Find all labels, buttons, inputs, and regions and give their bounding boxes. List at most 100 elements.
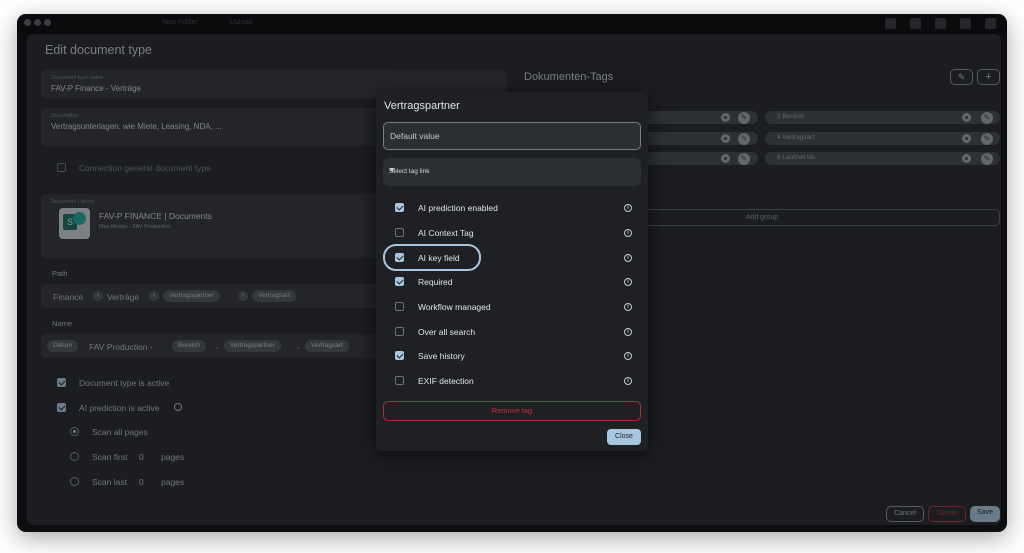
- tag-row-bereich[interactable]: 2 Bereich ✎: [765, 111, 1000, 124]
- chevron-right-icon: ›: [93, 291, 103, 301]
- search-checkbox[interactable]: [395, 327, 404, 336]
- ai-active-checkbox[interactable]: [57, 403, 66, 412]
- option-label: Save history: [418, 351, 465, 361]
- ai-prediction-checkbox[interactable]: [395, 203, 404, 212]
- path-part-vertraege: Verträge: [107, 292, 140, 302]
- option-required[interactable]: Required i: [376, 270, 648, 294]
- window-icon[interactable]: [910, 18, 921, 29]
- name-label: Name: [52, 319, 73, 328]
- minimize-window-dot[interactable]: [34, 19, 41, 26]
- exif-checkbox[interactable]: [395, 376, 404, 385]
- doc-active-checkbox[interactable]: [57, 378, 66, 387]
- option-ai-prediction-enabled[interactable]: AI prediction enabled i: [376, 196, 648, 220]
- refresh-icon[interactable]: [960, 18, 971, 29]
- info-icon[interactable]: i: [624, 254, 632, 262]
- description-label: Description: [51, 113, 79, 119]
- pencil-icon[interactable]: ✎: [738, 152, 750, 165]
- chevron-right-icon: ›: [149, 291, 159, 301]
- name-tag-vertragsart[interactable]: Vertragsart: [305, 340, 349, 352]
- gear-icon[interactable]: [962, 134, 971, 143]
- tag-label: 4 Vertragsart: [777, 134, 815, 141]
- option-label: AI Context Tag: [418, 228, 474, 238]
- ai-context-checkbox[interactable]: [395, 228, 404, 237]
- path-tag-vertragspartner[interactable]: Vertragspartner: [163, 290, 220, 302]
- option-ai-context-tag[interactable]: AI Context Tag i: [376, 221, 648, 245]
- save-button[interactable]: Save: [970, 506, 1000, 522]
- connection-label: Connection general document type: [79, 163, 211, 173]
- scan-all-radio[interactable]: [70, 427, 79, 436]
- name-tag-datum[interactable]: Datum: [47, 340, 79, 352]
- maximize-window-dot[interactable]: [44, 19, 51, 26]
- option-exif-detection[interactable]: EXIF detection i: [376, 369, 648, 393]
- cloud-icon[interactable]: [935, 18, 946, 29]
- tag-label: 6 Laufzeit bis: [777, 154, 816, 161]
- add-tag-plus-icon[interactable]: +: [977, 69, 1000, 85]
- option-label: Workflow managed: [418, 302, 491, 312]
- gear-icon[interactable]: [721, 154, 730, 163]
- pencil-icon[interactable]: ✎: [738, 132, 750, 145]
- tag-link-select[interactable]: Select tag link: [383, 158, 641, 186]
- gear-icon[interactable]: [962, 154, 971, 163]
- option-label: EXIF detection: [418, 376, 474, 386]
- tags-title: Dokumenten-Tags: [524, 71, 614, 83]
- pencil-icon[interactable]: ✎: [981, 152, 993, 165]
- default-value-input[interactable]: Default value: [383, 122, 641, 150]
- info-icon[interactable]: i: [624, 204, 632, 212]
- option-save-history[interactable]: Save history i: [376, 344, 648, 368]
- scan-first-pages-label: pages: [161, 452, 185, 462]
- name-tag-bereich[interactable]: Bereich: [172, 340, 207, 352]
- info-icon[interactable]: i: [624, 303, 632, 311]
- info-icon[interactable]: i: [624, 328, 632, 336]
- gear-icon[interactable]: [721, 134, 730, 143]
- tag-row-vertragsart[interactable]: 4 Vertragsart ✎: [765, 132, 1000, 145]
- name-tag-vertragspartner[interactable]: Vertragspartner: [224, 340, 281, 352]
- close-window-dot[interactable]: [24, 19, 31, 26]
- path-tag-vertragsart[interactable]: Vertragsart: [252, 290, 296, 302]
- pencil-icon[interactable]: ✎: [981, 111, 993, 124]
- scan-last-input[interactable]: 0: [139, 477, 144, 487]
- info-icon[interactable]: i: [624, 377, 632, 385]
- option-workflow-managed[interactable]: Workflow managed i: [376, 295, 648, 319]
- tag-label: 2 Bereich: [777, 113, 805, 120]
- delete-button[interactable]: Delete: [928, 506, 966, 522]
- profile-icon[interactable]: [985, 18, 996, 29]
- doc-active-label: Document type is active: [79, 378, 170, 388]
- required-checkbox[interactable]: [395, 277, 404, 286]
- tag-row-laufzeit[interactable]: 6 Laufzeit bis ✎: [765, 152, 1000, 165]
- close-button[interactable]: Close: [607, 429, 641, 445]
- modal-title: Vertragspartner: [384, 100, 460, 112]
- gear-icon[interactable]: [721, 113, 730, 122]
- scan-last-radio[interactable]: [70, 477, 79, 486]
- option-label: Over all search: [418, 327, 476, 337]
- option-label: Required: [418, 277, 453, 287]
- pencil-icon[interactable]: ✎: [981, 132, 993, 145]
- new-folder-button[interactable]: New Folder: [162, 19, 198, 26]
- gear-icon[interactable]: [962, 113, 971, 122]
- info-icon[interactable]: i: [624, 352, 632, 360]
- cancel-button[interactable]: Cancel: [886, 506, 924, 522]
- scan-first-radio[interactable]: [70, 452, 79, 461]
- focus-highlight-ring: [383, 244, 481, 271]
- sharepoint-icon: S: [59, 208, 90, 239]
- scan-last-pages-label: pages: [161, 477, 185, 487]
- bell-icon[interactable]: [885, 18, 896, 29]
- page-title: Edit document type: [45, 43, 153, 57]
- workflow-checkbox[interactable]: [395, 302, 404, 311]
- edit-tags-pencil-icon[interactable]: ✎: [950, 69, 973, 85]
- scan-last-label: Scan last: [92, 477, 127, 487]
- default-value-placeholder: Default value: [390, 131, 440, 141]
- info-icon[interactable]: i: [624, 278, 632, 286]
- info-icon[interactable]: [174, 403, 182, 411]
- connection-checkbox[interactable]: [57, 163, 66, 172]
- library-name: FAV-P FINANCE | Documents: [99, 211, 212, 221]
- save-history-checkbox[interactable]: [395, 351, 404, 360]
- upload-button[interactable]: Upload: [230, 19, 252, 26]
- description-value: Vertragsunterlagen, wie Miete, Leasing, …: [51, 122, 222, 131]
- option-over-all-search[interactable]: Over all search i: [376, 320, 648, 344]
- scan-first-input[interactable]: 0: [139, 452, 144, 462]
- path-part-finance: Finance: [53, 292, 84, 302]
- name-dash: -: [297, 342, 300, 352]
- pencil-icon[interactable]: ✎: [738, 111, 750, 124]
- remove-tag-button[interactable]: Remove tag: [383, 401, 641, 421]
- info-icon[interactable]: i: [624, 229, 632, 237]
